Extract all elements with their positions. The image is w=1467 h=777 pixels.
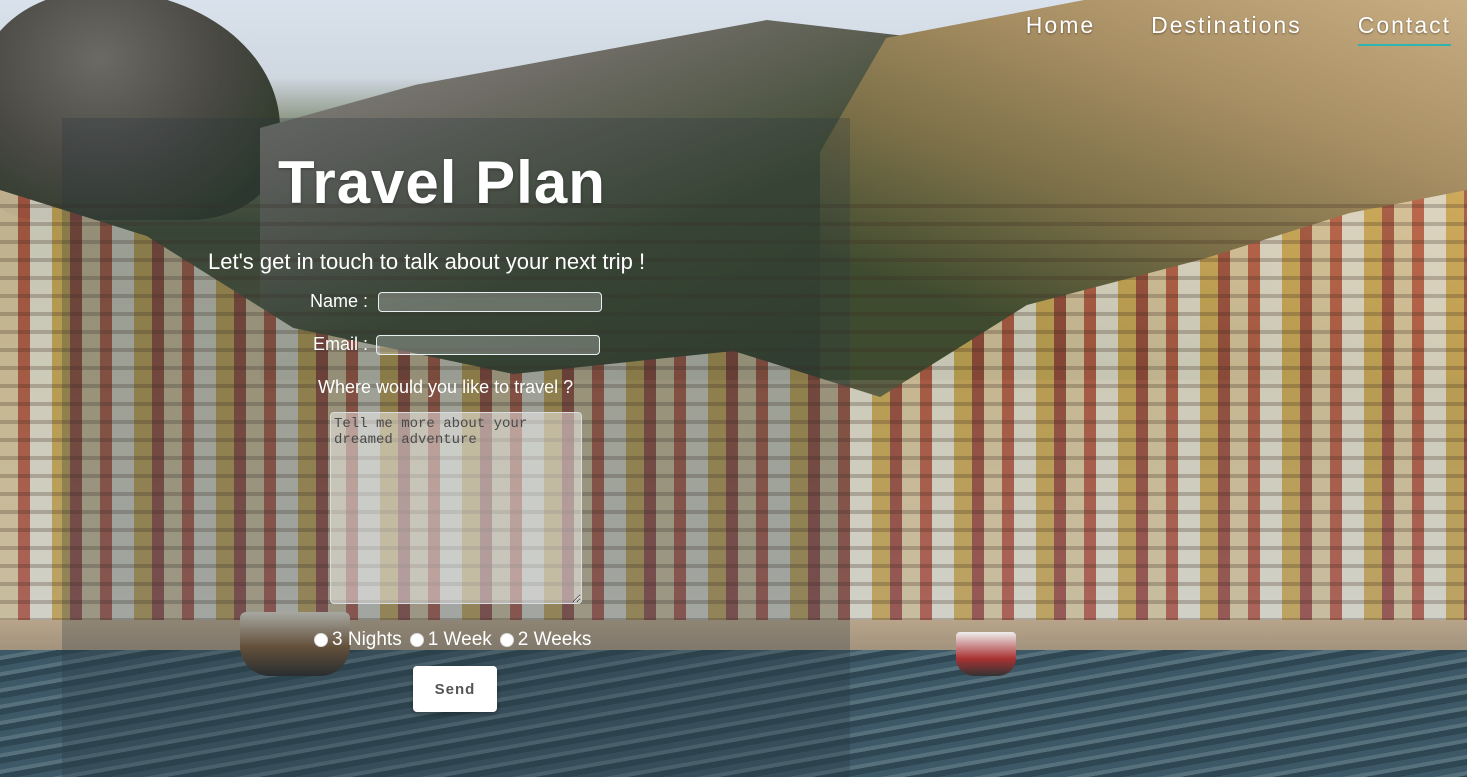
page-title: Travel Plan	[278, 149, 606, 216]
duration-label: 3 Nights	[332, 629, 402, 650]
radio-button[interactable]	[314, 633, 328, 647]
page-subtitle: Let's get in touch to talk about your ne…	[208, 249, 646, 274]
destination-question: Where would you like to travel ?	[318, 377, 574, 397]
name-input[interactable]	[378, 292, 602, 312]
radio-button[interactable]	[409, 633, 424, 647]
message-textarea[interactable]	[330, 412, 582, 604]
duration-label: 1 Week	[427, 629, 492, 650]
top-nav: Home Destinations Contact	[970, 12, 1451, 46]
duration-radio-group: 3 Nights 1 Week 2 Weeks	[312, 629, 597, 651]
email-label: Email :	[313, 334, 369, 354]
duration-option[interactable]: 2 Weeks	[498, 629, 592, 651]
duration-option[interactable]: 3 Nights	[312, 629, 402, 651]
duration-option[interactable]: 1 Week	[408, 629, 492, 651]
nav-destinations-link[interactable]: Destinations	[1151, 12, 1302, 46]
radio-button[interactable]	[499, 633, 514, 647]
nav-contact-link[interactable]: Contact	[1357, 12, 1451, 46]
duration-label: 2 Weeks	[517, 629, 592, 650]
email-input[interactable]	[376, 335, 600, 355]
nav-home-link[interactable]: Home	[1026, 12, 1095, 46]
send-button[interactable]: Send	[413, 666, 497, 712]
boat	[956, 632, 1016, 676]
name-label: Name :	[310, 291, 369, 311]
